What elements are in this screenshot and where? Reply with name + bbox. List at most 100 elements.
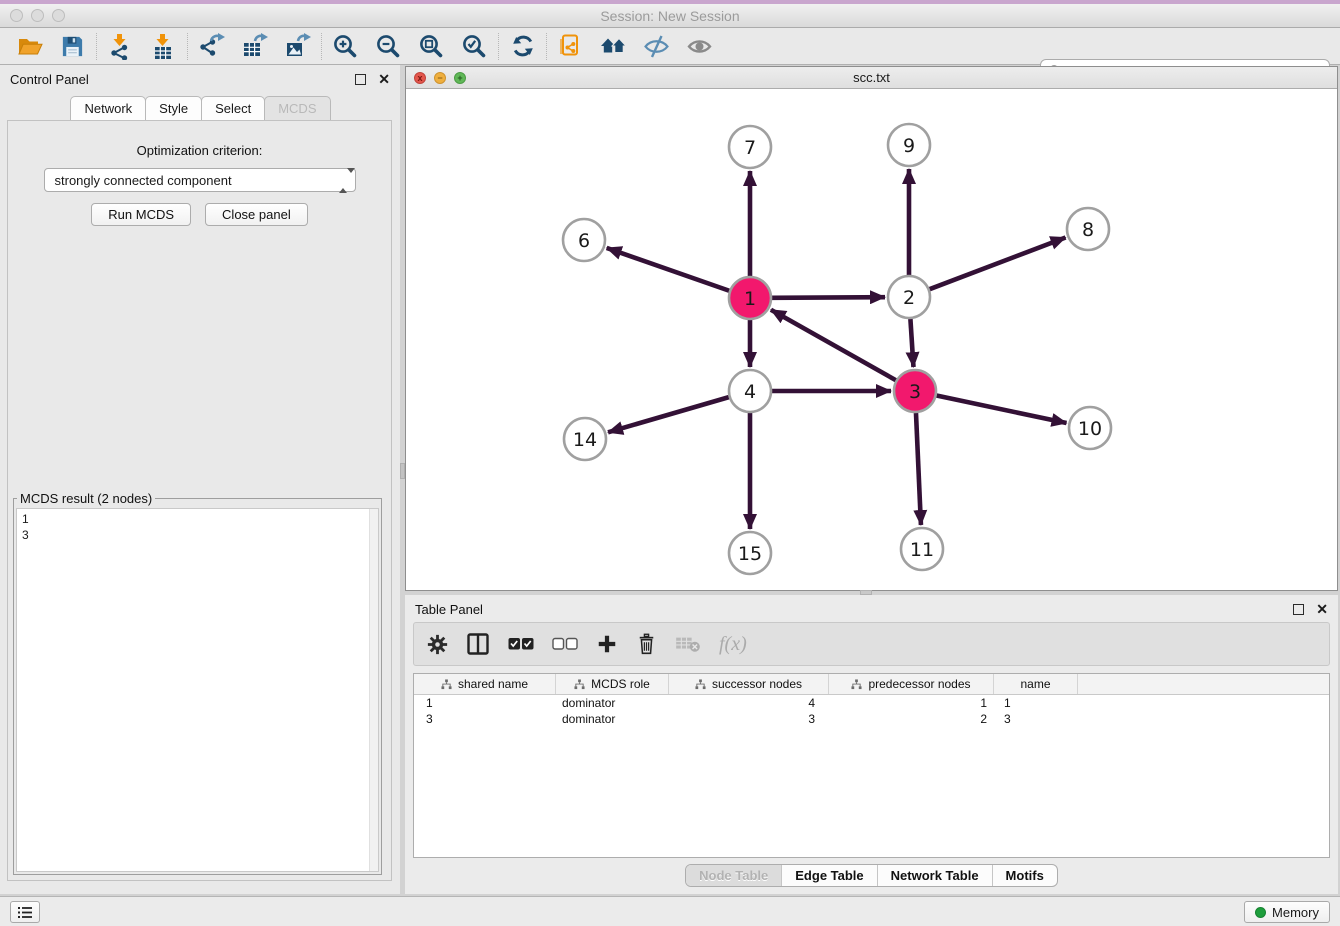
status-bar: Memory: [0, 896, 1340, 926]
toolbar-separator: [96, 33, 97, 60]
toolbar-separator: [187, 33, 188, 60]
graph-node-label: 10: [1078, 418, 1102, 440]
graph-edge-2-3[interactable]: [910, 319, 913, 367]
open-session-icon[interactable]: [8, 30, 51, 62]
graph-edge-1-6[interactable]: [607, 248, 730, 291]
column-header-mcds-role[interactable]: MCDS role: [556, 674, 669, 694]
column-type-icon: [695, 679, 706, 690]
hide-panel-eye-slash-icon[interactable]: [635, 30, 678, 62]
float-table-panel-icon[interactable]: [1293, 604, 1304, 615]
result-scrollbar[interactable]: [369, 509, 378, 871]
select-all-checkboxes-icon[interactable]: [508, 637, 534, 651]
close-panel-button[interactable]: Close panel: [205, 203, 308, 226]
table-panel-header: Table Panel ✕: [405, 595, 1338, 623]
zoom-fit-icon[interactable]: [410, 30, 453, 62]
table-cell[interactable]: 2: [829, 712, 994, 726]
clear-checkboxes-icon[interactable]: [552, 637, 578, 651]
tab-select[interactable]: Select: [201, 96, 265, 120]
control-panel-title: Control Panel: [10, 72, 355, 87]
export-network-icon[interactable]: [190, 30, 233, 62]
table-cell[interactable]: 1: [414, 696, 556, 710]
column-header-predecessor-nodes[interactable]: predecessor nodes: [829, 674, 994, 694]
dropdown-stepper-icon: [339, 173, 348, 188]
function-builder-icon[interactable]: f(x): [719, 633, 747, 656]
add-column-icon[interactable]: [596, 633, 618, 655]
graph-node-label: 9: [903, 135, 915, 157]
tab-edge-table[interactable]: Edge Table: [781, 865, 876, 886]
session-title: Session: New Session: [0, 8, 1340, 24]
delete-table-icon[interactable]: [675, 634, 701, 654]
table-header-row: shared name MCDS role successor nodes pr…: [414, 674, 1329, 695]
graph-edge-3-11[interactable]: [916, 413, 921, 525]
table-cell[interactable]: 3: [669, 712, 829, 726]
memory-status-icon: [1255, 907, 1266, 918]
graph-edge-1-2[interactable]: [772, 297, 885, 298]
refresh-icon[interactable]: [501, 30, 544, 62]
graph-edge-2-8[interactable]: [930, 238, 1066, 290]
application-window: Session: New Session: [0, 0, 1340, 926]
table-cell[interactable]: dominator: [556, 712, 669, 726]
tab-mcds[interactable]: MCDS: [264, 96, 330, 120]
graph-edge-3-1[interactable]: [771, 310, 896, 380]
table-toolbar: f(x): [413, 622, 1330, 666]
tab-network-table[interactable]: Network Table: [877, 865, 992, 886]
table-cell[interactable]: 3: [414, 712, 556, 726]
import-table-icon[interactable]: [142, 30, 185, 62]
tab-node-table[interactable]: Node Table: [686, 865, 781, 886]
graph-node-label: 1: [744, 288, 756, 310]
mcds-result-list[interactable]: 13: [16, 508, 379, 872]
memory-button[interactable]: Memory: [1244, 901, 1330, 923]
graph-svg: 7968124314101511: [406, 89, 1337, 590]
table-cell[interactable]: 1: [994, 696, 1078, 710]
graph-node-label: 2: [903, 287, 915, 309]
gear-icon[interactable]: [427, 634, 448, 655]
graph-node-label: 4: [744, 381, 756, 403]
criterion-dropdown[interactable]: strongly connected component: [44, 168, 356, 192]
table-cell[interactable]: dominator: [556, 696, 669, 710]
zoom-selected-icon[interactable]: [453, 30, 496, 62]
tab-motifs[interactable]: Motifs: [992, 865, 1057, 886]
table-cell[interactable]: 1: [829, 696, 994, 710]
graph-edge-3-10[interactable]: [937, 396, 1067, 423]
task-history-button[interactable]: [10, 901, 40, 923]
save-session-icon[interactable]: [51, 30, 94, 62]
graph-node-label: 8: [1082, 219, 1094, 241]
import-network-icon[interactable]: [99, 30, 142, 62]
column-header-shared-name[interactable]: shared name: [414, 674, 556, 694]
show-panel-eye-icon[interactable]: [678, 30, 721, 62]
graph-edges: [607, 169, 1067, 529]
graph-node-label: 7: [744, 137, 756, 159]
mcds-result-line: 1: [22, 511, 373, 527]
run-mcds-button[interactable]: Run MCDS: [91, 203, 191, 226]
zoom-out-icon[interactable]: [367, 30, 410, 62]
column-header-successor-nodes[interactable]: successor nodes: [669, 674, 829, 694]
export-image-icon[interactable]: [276, 30, 319, 62]
zoom-in-icon[interactable]: [324, 30, 367, 62]
graph-edge-4-14[interactable]: [608, 397, 729, 432]
network-canvas[interactable]: 7968124314101511: [406, 89, 1337, 590]
memory-label: Memory: [1272, 905, 1319, 920]
column-type-icon: [851, 679, 862, 690]
export-table-icon[interactable]: [233, 30, 276, 62]
table-cell[interactable]: 3: [994, 712, 1078, 726]
graph-node-label: 6: [578, 230, 590, 252]
float-panel-icon[interactable]: [355, 74, 366, 85]
table-panel-title: Table Panel: [415, 602, 1293, 617]
close-table-panel-icon[interactable]: ✕: [1316, 604, 1328, 615]
mcds-result-title: MCDS result (2 nodes): [17, 491, 155, 506]
close-panel-icon[interactable]: ✕: [378, 74, 390, 85]
toolbar-separator: [321, 33, 322, 60]
delete-column-trash-icon[interactable]: [636, 633, 657, 655]
table-row[interactable]: 3dominator323: [414, 711, 1329, 727]
mcds-result-line: 3: [22, 527, 373, 543]
tab-style[interactable]: Style: [145, 96, 202, 120]
tab-network[interactable]: Network: [70, 96, 146, 120]
home-icon[interactable]: [592, 30, 635, 62]
clone-network-icon[interactable]: [549, 30, 592, 62]
split-columns-icon[interactable]: [466, 632, 490, 656]
table-row[interactable]: 1dominator411: [414, 695, 1329, 711]
graph-node-label: 11: [910, 539, 934, 561]
graph-node-label: 15: [738, 543, 762, 565]
column-header-name[interactable]: name: [994, 674, 1078, 694]
table-cell[interactable]: 4: [669, 696, 829, 710]
